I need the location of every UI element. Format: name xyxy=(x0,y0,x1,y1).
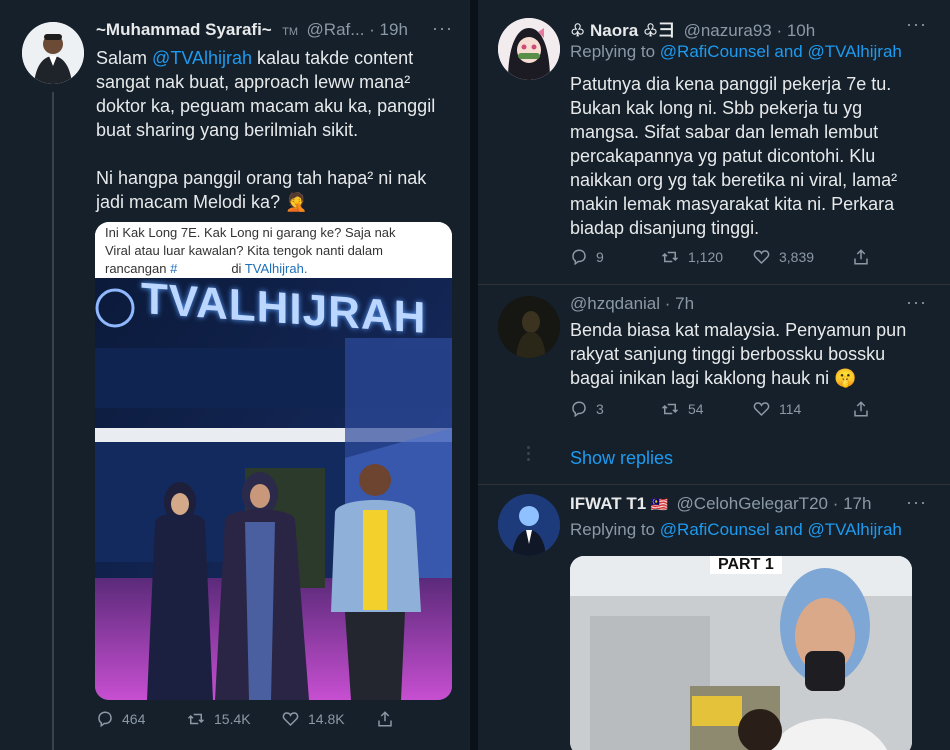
divider xyxy=(478,284,950,285)
retweet-count: 54 xyxy=(688,401,704,417)
reply-icon xyxy=(98,711,112,728)
like-count: 3,839 xyxy=(779,249,815,265)
reply-button[interactable]: 3 xyxy=(570,400,660,418)
share-button[interactable] xyxy=(852,400,870,418)
show-replies-link[interactable]: Show replies xyxy=(570,448,673,469)
handle-time[interactable]: @hzqdanial · 7h xyxy=(570,294,694,313)
like-button[interactable]: 114 xyxy=(752,400,852,418)
replying-label: Replying to xyxy=(570,520,656,539)
thread-line xyxy=(52,92,54,750)
tweet-actions: 464 15.4K 14.8K xyxy=(96,710,436,728)
tweet-text: kalau takde content xyxy=(257,48,414,68)
reply-avatar-ifwat[interactable] xyxy=(498,494,560,556)
retweet-icon xyxy=(661,251,679,263)
more-options-icon[interactable]: ··· xyxy=(906,492,927,513)
tweet-media[interactable]: Ini Kak Long 7E. Kak Long ni garang ke? … xyxy=(95,222,452,700)
tweet-actions: 3 54 114 xyxy=(570,400,910,418)
reply-avatar-hzqdanial[interactable] xyxy=(498,296,560,358)
reply-button[interactable]: 9 xyxy=(570,248,660,266)
share-icon xyxy=(854,249,868,265)
tweet-text: Ni hangpa panggil orang tah hapa² ni nak xyxy=(96,168,427,188)
like-count: 114 xyxy=(779,401,802,417)
tweet-actions: 9 1,120 3,839 xyxy=(570,248,910,266)
retweet-icon xyxy=(187,713,205,725)
reply-count: 3 xyxy=(596,401,604,417)
retweet-button[interactable]: 15.4K xyxy=(186,710,281,728)
share-icon xyxy=(854,401,868,417)
divider xyxy=(478,484,950,485)
tweet-text: sangat nak buat, approach leww mana² xyxy=(96,72,411,92)
tweet-text: Bukan kak long ni. Sbb pekerja tu yg xyxy=(570,98,863,118)
share-icon xyxy=(378,711,392,727)
reply-button[interactable]: 464 xyxy=(96,710,186,728)
tweet-text: doktor ka, peguam macam aku ka, panggil xyxy=(96,96,436,116)
handle-time[interactable]: @nazura93 · 10h xyxy=(684,21,816,40)
tweet-text: naikkan org yg tak beretika ni viral, la… xyxy=(570,170,898,190)
panel-gap xyxy=(470,0,478,750)
thread-dots-icon xyxy=(527,446,531,461)
tweet-text: bagai inikan lagi kaklong hauk ni 🤫 xyxy=(570,368,857,388)
people-illustration xyxy=(147,464,421,700)
more-options-icon[interactable]: ··· xyxy=(906,292,927,313)
author-name[interactable]: IFWAT T1 xyxy=(570,494,646,513)
media-caption: rancangan xyxy=(105,261,167,276)
heart-icon xyxy=(753,250,770,265)
reply-icon xyxy=(572,401,586,418)
replying-to-link[interactable]: @RafiCounsel and @TVAlhijrah xyxy=(660,520,902,539)
handle-time[interactable]: @Raf... · 19h xyxy=(307,20,408,39)
right-replies-panel: ♧ Naora ♧⺕ @nazura93 · 10h ··· Replying … xyxy=(478,0,950,750)
reply-count: 464 xyxy=(122,711,146,727)
tweet-text: buat sharing yang berilmiah sikit. xyxy=(96,120,359,140)
country-flag: 🇲🇾 xyxy=(650,496,669,512)
tweet-text: makin lemak masyarakat kita ni. Perkara xyxy=(570,194,895,214)
share-button[interactable] xyxy=(852,248,870,266)
tweet-text: biadap disanjung tinggi. xyxy=(570,218,760,238)
tweet-video[interactable]: PART 1 xyxy=(570,556,912,750)
retweet-icon xyxy=(661,403,679,415)
retweet-count: 1,120 xyxy=(688,249,724,265)
tweet-text: Patutnya dia kena panggil pekerja 7e tu. xyxy=(570,74,892,94)
retweet-count: 15.4K xyxy=(214,711,251,727)
heart-icon xyxy=(753,402,770,417)
author-name[interactable]: ♧ Naora ♧⺕ xyxy=(570,21,675,40)
like-button[interactable]: 3,839 xyxy=(752,248,852,266)
mention-link[interactable]: @TVAlhijrah xyxy=(152,48,252,68)
tweet-text: rakyat sanjung tinggi berbossku bossku xyxy=(570,344,886,364)
retweet-button[interactable]: 54 xyxy=(660,400,752,418)
author-avatar[interactable] xyxy=(22,22,84,84)
hashtag-link: # xyxy=(170,261,178,276)
author-name[interactable]: ~Muhammad Syarafi~ xyxy=(96,20,272,39)
reply-count: 9 xyxy=(596,249,604,265)
replying-to-link[interactable]: @RafiCounsel and @TVAlhijrah xyxy=(660,42,902,61)
like-button[interactable]: 14.8K xyxy=(281,710,376,728)
retweet-button[interactable]: 1,120 xyxy=(660,248,752,266)
video-thumbnail xyxy=(570,556,912,750)
more-options-icon[interactable]: ··· xyxy=(906,14,927,35)
media-caption: Viral atau luar kawalan? Kita tengok nan… xyxy=(105,243,383,258)
media-caption: di xyxy=(231,261,242,276)
left-tweet-panel: ~Muhammad Syarafi~ TM @Raf... · 19h ··· … xyxy=(0,0,470,750)
tweet-text: jadi macam Melodi ka? 🤦 xyxy=(96,192,308,212)
more-options-icon[interactable]: ··· xyxy=(432,18,453,39)
tweet-text: Benda biasa kat malaysia. Penyamun pun xyxy=(570,320,907,340)
tweet-text: percakapannya yg patut dicontohi. Klu xyxy=(570,146,876,166)
caption-link: TVAlhijrah. xyxy=(244,261,308,276)
handle-time[interactable]: @CelohGelegarT20 · 17h xyxy=(677,494,872,513)
reply-icon xyxy=(572,249,586,266)
heart-icon xyxy=(282,712,299,727)
author-badge: TM xyxy=(282,26,299,38)
tweet-text: mangsa. Sifat sabar dan lemah lembut xyxy=(570,122,879,142)
greeting-text: Salam xyxy=(96,48,148,68)
video-label: PART 1 xyxy=(710,556,782,574)
like-count: 14.8K xyxy=(308,711,345,727)
reply-avatar-naora[interactable] xyxy=(498,18,560,80)
media-caption: Ini Kak Long 7E. Kak Long ni garang ke? … xyxy=(105,225,396,240)
share-button[interactable] xyxy=(376,710,394,728)
replying-label: Replying to xyxy=(570,42,656,61)
